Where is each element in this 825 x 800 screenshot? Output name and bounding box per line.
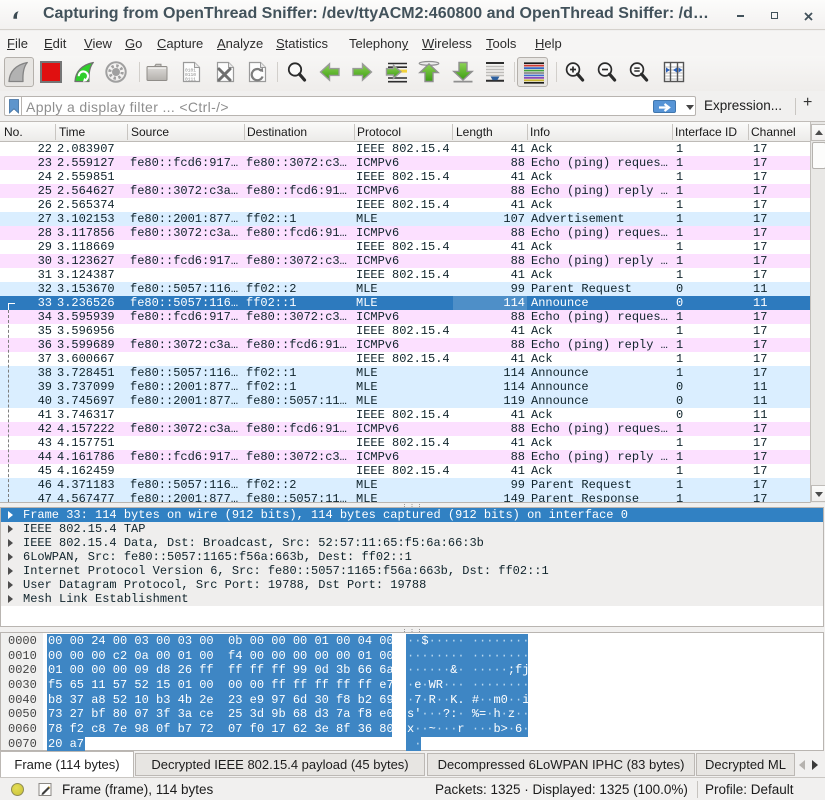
svg-text:0111: 0111 — [185, 77, 196, 83]
